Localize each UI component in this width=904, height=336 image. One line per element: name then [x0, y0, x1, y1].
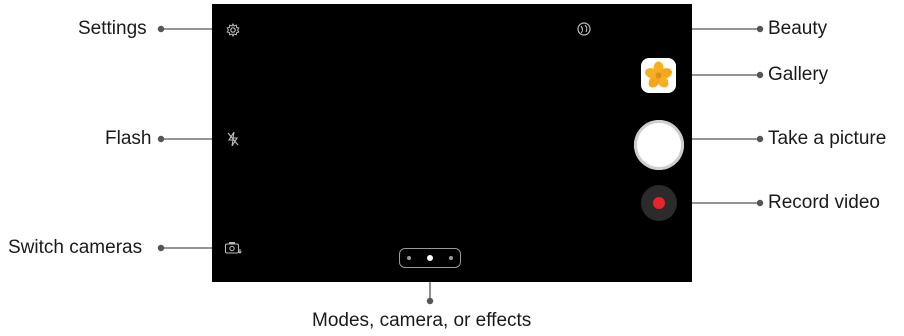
gallery-thumbnail-button[interactable]: [641, 58, 676, 93]
record-dot-icon: [653, 197, 665, 209]
gear-icon[interactable]: [226, 23, 240, 37]
modes-callout-label: Modes, camera, or effects: [312, 310, 532, 331]
gallery-thumbnail-icon: [645, 61, 672, 88]
take-picture-callout-label: Take a picture: [768, 128, 887, 149]
take-picture-button[interactable]: [634, 120, 684, 170]
gallery-callout-label: Gallery: [768, 64, 829, 85]
mode-dot: [449, 256, 453, 260]
settings-callout-label: Settings: [78, 18, 147, 39]
mode-dot-active: [427, 255, 433, 261]
switch-cameras-callout-label: Switch cameras: [8, 237, 143, 258]
camera-viewfinder: [212, 4, 692, 282]
flash-callout-label: Flash: [105, 128, 152, 149]
record-video-button[interactable]: [641, 185, 677, 221]
modes-indicator[interactable]: [399, 248, 461, 268]
beauty-icon[interactable]: [576, 21, 592, 37]
flash-off-icon[interactable]: [226, 131, 240, 147]
record-video-callout-label: Record video: [768, 192, 880, 213]
switch-camera-icon[interactable]: [224, 241, 242, 255]
mode-dot: [407, 256, 411, 260]
beauty-callout-label: Beauty: [768, 18, 828, 39]
